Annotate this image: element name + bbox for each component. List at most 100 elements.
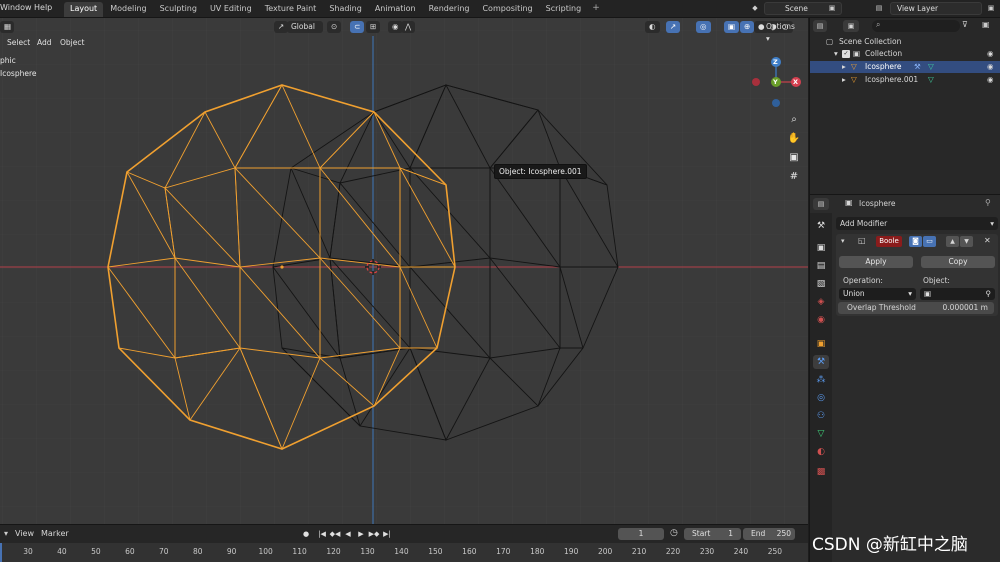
collapse-arrow-icon[interactable]: ▾ [841, 237, 845, 245]
particles-tab-icon[interactable]: ⁂ [813, 373, 829, 387]
start-frame-field[interactable]: Start 1 [684, 528, 741, 540]
zoom-icon[interactable]: ⌕ [785, 112, 803, 128]
view-layer-selector[interactable]: View Layer [890, 2, 982, 15]
new-scene-icon[interactable]: ▣ [825, 2, 839, 15]
constraints-tab-icon[interactable]: ⚇ [813, 409, 829, 423]
clock-icon[interactable]: ◷ [670, 528, 678, 538]
camera-icon[interactable]: ◙ [909, 236, 922, 247]
timeline-menu-marker[interactable]: Marker [41, 529, 69, 538]
transform-orientation-select[interactable]: Global [287, 21, 323, 33]
scene-browse-icon[interactable]: ◆ [748, 2, 762, 15]
tab-shading[interactable]: Shading [323, 2, 368, 17]
copy-button[interactable]: Copy [921, 256, 995, 268]
outliner-editor-type-icon[interactable]: ▤ [813, 20, 827, 32]
play-icon[interactable]: ▶ [355, 529, 367, 540]
menu-help[interactable]: Help [34, 3, 52, 12]
overlap-threshold-field[interactable]: Overlap Threshold 0.000001 m [838, 302, 994, 314]
material-tab-icon[interactable]: ◐ [813, 445, 829, 459]
pivot-icon[interactable]: ⊙ [327, 21, 342, 33]
menu-object[interactable]: Object [60, 38, 84, 47]
timeline-menu-view[interactable]: View [15, 529, 34, 538]
tab-scripting[interactable]: Scripting [540, 2, 588, 17]
play-reverse-icon[interactable]: ◀ [342, 529, 354, 540]
mesh-data-icon[interactable]: ▽ [928, 74, 934, 86]
gizmo-neg-x-icon[interactable] [752, 78, 760, 86]
object-picker[interactable]: ▣ ⚲ [920, 288, 995, 300]
tab-uv-editing[interactable]: UV Editing [204, 2, 258, 17]
checkbox-icon[interactable]: ✓ [842, 50, 850, 58]
outliner-display-mode-icon[interactable]: ▣ [843, 20, 859, 32]
move-down-icon[interactable]: ▼ [960, 236, 973, 247]
properties-editor[interactable]: ▤ ▣ Icosphere ⚲ ⚒ ▣ ▤ ▧ ◈ ◉ ▣ ⚒ ⁂ ◎ ⚇ ▽ … [809, 194, 1000, 562]
modifier-tab-icon[interactable]: ⚒ [813, 355, 829, 369]
properties-editor-type-icon[interactable]: ▤ [813, 198, 829, 210]
next-keyframe-icon[interactable]: ▶◆ [368, 529, 380, 540]
mesh-data-icon[interactable]: ▽ [928, 61, 934, 73]
output-tab-icon[interactable]: ▤ [813, 259, 829, 273]
timeline-ruler[interactable]: 30 40 50 60 70 80 90 100 110 120 130 140 150 160 170 18… [0, 543, 808, 562]
wireframe-shading-icon[interactable]: ⊕ [740, 21, 755, 33]
ortho-grid-icon[interactable]: # [785, 169, 803, 185]
tab-texture-paint[interactable]: Texture Paint [259, 2, 323, 17]
monitor-icon[interactable]: ▭ [923, 236, 936, 247]
gizmo-toggle-icon[interactable]: ↗ [666, 21, 681, 33]
eye-icon[interactable]: ◉ [987, 48, 994, 60]
expand-arrow-icon[interactable]: ▸ [842, 61, 846, 73]
pin-icon[interactable]: ⚲ [985, 198, 991, 207]
add-workspace-button[interactable]: + [588, 2, 604, 17]
close-icon[interactable]: ✕ [984, 236, 991, 245]
outliner-collection[interactable]: ▾ ✓ ▣ Collection ◉ [810, 48, 1000, 60]
prev-keyframe-icon[interactable]: ◆◀ [329, 529, 341, 540]
physics-tab-icon[interactable]: ◎ [813, 391, 829, 405]
tab-animation[interactable]: Animation [369, 2, 422, 17]
outliner-item-icosphere-001[interactable]: ▸ ▽ Icosphere.001 ▽ ◉ [810, 74, 1000, 86]
scene-tab-icon[interactable]: ◈ [813, 295, 829, 309]
tab-layout[interactable]: Layout [64, 2, 104, 17]
data-tab-icon[interactable]: ▽ [813, 427, 829, 441]
outliner-item-icosphere[interactable]: ▸ ▽ Icosphere ⚒ ▽ ◉ [810, 61, 1000, 73]
operation-select[interactable]: Union ▾ [839, 288, 916, 300]
tool-tab-icon[interactable]: ⚒ [813, 219, 829, 233]
end-frame-field[interactable]: End 250 [743, 528, 795, 540]
timeline-editor-type-icon[interactable]: ▾ [4, 529, 8, 538]
menu-add[interactable]: Add [37, 38, 52, 47]
texture-tab-icon[interactable]: ▩ [813, 465, 829, 479]
xray-toggle-icon[interactable]: ▣ [724, 21, 740, 33]
tab-rendering[interactable]: Rendering [423, 2, 476, 17]
playhead[interactable] [0, 543, 2, 562]
object-tab-icon[interactable]: ▣ [813, 337, 829, 351]
new-view-layer-icon[interactable]: ▣ [984, 2, 998, 15]
falloff-icon[interactable]: ⋀ [401, 21, 416, 33]
tab-modeling[interactable]: Modeling [104, 2, 152, 17]
apply-button[interactable]: Apply [839, 256, 913, 268]
gizmo-neg-z-icon[interactable] [772, 99, 780, 107]
outliner[interactable]: ▤ ▣ ⌕ ⊽ ▣ ▢ Scene Collection ▾ ✓ ▣ Colle… [809, 18, 1000, 194]
current-frame-field[interactable]: 1 [618, 528, 664, 540]
wrench-icon[interactable]: ⚒ [914, 61, 921, 73]
editor-type-icon[interactable]: ▦ [0, 21, 14, 33]
world-tab-icon[interactable]: ◉ [813, 313, 829, 327]
tab-sculpting[interactable]: Sculpting [154, 2, 203, 17]
modifier-name-field[interactable]: Boole [876, 236, 902, 247]
menu-select[interactable]: Select [7, 38, 30, 47]
hand-pan-icon[interactable]: ✋ [785, 131, 803, 147]
expand-arrow-icon[interactable]: ▸ [842, 74, 846, 86]
menu-window[interactable]: Window [0, 3, 32, 12]
3d-viewport[interactable]: Z Y X ⌕ ✋ ▣ # ▦ ↗ Global ⊙ ⊂ ⊞ ◉ ⋀ ◐ ↗ ◎… [0, 18, 808, 524]
view-layer-tab-icon[interactable]: ▧ [813, 277, 829, 291]
camera-view-icon[interactable]: ▣ [785, 150, 803, 166]
snap-icon[interactable]: ⊂ [350, 21, 365, 33]
new-collection-icon[interactable]: ▣ [982, 20, 990, 29]
overlay-toggle-icon[interactable]: ◎ [696, 21, 711, 33]
timeline-editor[interactable]: ▾ View Marker ● |◀ ◆◀ ◀ ▶ ▶◆ ▶| 1 ◷ Star… [0, 524, 808, 562]
snap-target-icon[interactable]: ⊞ [366, 21, 381, 33]
eye-icon[interactable]: ◉ [987, 74, 994, 86]
filter-icon[interactable]: ⊽ [962, 20, 968, 29]
record-icon[interactable]: ● [300, 529, 312, 540]
jump-start-icon[interactable]: |◀ [316, 529, 328, 540]
eye-icon[interactable]: ◉ [987, 61, 994, 73]
outliner-search-input[interactable]: ⌕ [872, 20, 960, 32]
add-modifier-dropdown[interactable]: Add Modifier ▾ [836, 217, 998, 230]
outliner-scene-collection[interactable]: ▢ Scene Collection [810, 36, 1000, 48]
move-up-icon[interactable]: ▲ [946, 236, 959, 247]
